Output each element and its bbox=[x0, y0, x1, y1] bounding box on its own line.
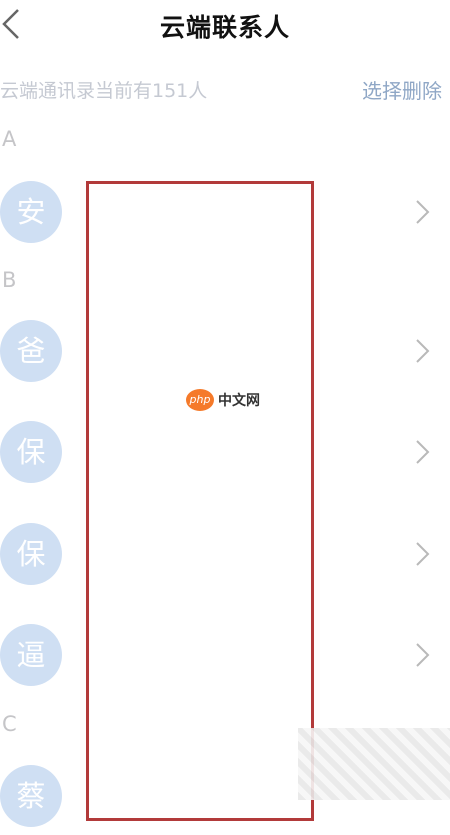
chevron-right-icon bbox=[414, 198, 430, 226]
blur-patch bbox=[298, 728, 450, 800]
summary-bar: 云端通讯录当前有151人 选择删除 bbox=[0, 72, 450, 106]
select-delete-button[interactable]: 选择删除 bbox=[362, 75, 442, 104]
watermark: php 中文网 bbox=[186, 388, 260, 412]
section-letter-c: C bbox=[2, 712, 17, 736]
avatar: 蔡 bbox=[0, 765, 62, 827]
chevron-right-icon bbox=[414, 641, 430, 669]
section-letter-b: B bbox=[2, 268, 17, 292]
redaction-box bbox=[86, 181, 314, 821]
chevron-right-icon bbox=[414, 337, 430, 365]
nav-bar: 云端联系人 bbox=[0, 0, 450, 50]
page-title: 云端联系人 bbox=[159, 13, 290, 42]
watermark-logo-icon: php bbox=[186, 389, 214, 411]
watermark-text: 中文网 bbox=[218, 393, 260, 409]
avatar: 保 bbox=[0, 421, 62, 483]
chevron-right-icon bbox=[414, 438, 430, 466]
avatar: 保 bbox=[0, 523, 62, 585]
avatar: 逼 bbox=[0, 624, 62, 686]
contact-count-text: 云端通讯录当前有151人 bbox=[0, 80, 208, 102]
section-letter-a: A bbox=[2, 127, 17, 151]
avatar: 安 bbox=[0, 181, 62, 243]
chevron-right-icon bbox=[414, 540, 430, 568]
avatar: 爸 bbox=[0, 320, 62, 382]
